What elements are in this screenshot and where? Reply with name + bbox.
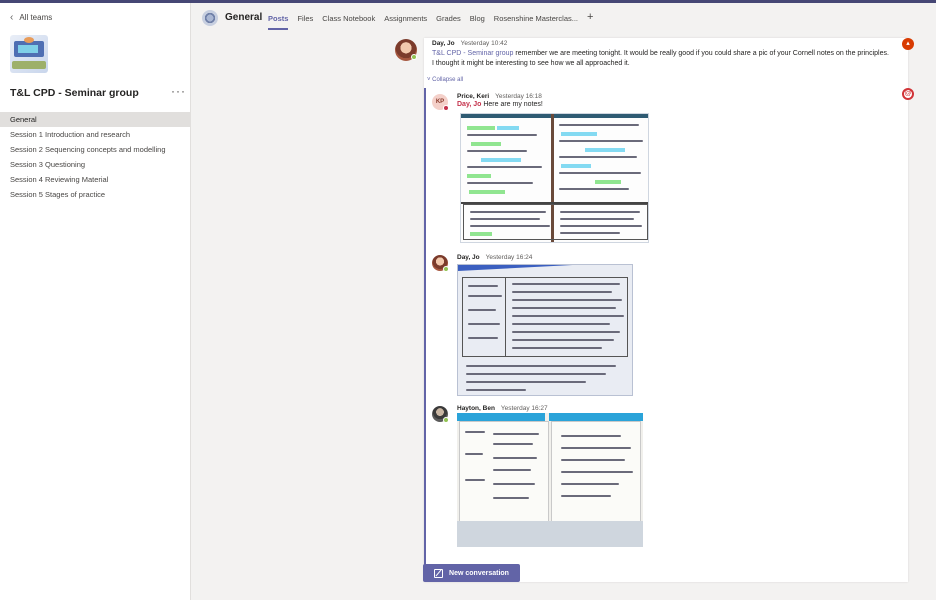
reply-meta: Price, Keri Yesterday 16:18: [457, 93, 542, 100]
reply-author: Hayton, Ben: [457, 405, 495, 412]
tab-posts[interactable]: Posts: [268, 14, 289, 30]
post-meta: Day, Jo Yesterday 10:42: [432, 40, 507, 47]
tab-grades[interactable]: Grades: [436, 14, 461, 23]
all-teams-label: All teams: [19, 13, 53, 22]
cornell-notes-image-3[interactable]: [457, 413, 643, 547]
presence-busy-icon: [443, 105, 449, 111]
new-conversation-label: New conversation: [449, 569, 509, 577]
tab-files[interactable]: Files: [297, 14, 313, 23]
cornell-notes-image-2[interactable]: [457, 264, 633, 396]
channel-session-3[interactable]: Session 3 Questioning: [0, 157, 190, 172]
post-author: Day, Jo: [432, 40, 455, 47]
reply-time: Yesterday 16:24: [485, 254, 533, 261]
presence-available-icon: [443, 266, 449, 272]
tab-assignments[interactable]: Assignments: [384, 14, 427, 23]
channel-session-1[interactable]: Session 1 Introduction and research: [0, 127, 190, 142]
post-body: T&L CPD - Seminar group remember we are …: [432, 49, 892, 69]
cornell-notes-image-1[interactable]: [460, 113, 649, 243]
reply-time: Yesterday 16:27: [500, 405, 548, 412]
collapse-all-label: Collapse all: [432, 77, 464, 83]
channel-list: General Session 1 Introduction and resea…: [0, 112, 190, 202]
reply-meta: Hayton, Ben Yesterday 16:27: [457, 405, 548, 412]
mention-alert-icon[interactable]: @: [902, 88, 914, 100]
reply-author: Day, Jo: [457, 254, 480, 261]
new-conversation-button[interactable]: New conversation: [423, 564, 520, 582]
post-time: Yesterday 10:42: [460, 40, 508, 47]
team-name: T&L CPD - Seminar group: [10, 87, 139, 99]
channel-session-4[interactable]: Session 4 Reviewing Material: [0, 172, 190, 187]
reaction-icon[interactable]: ▴: [902, 38, 914, 50]
presence-available-icon: [411, 54, 417, 60]
collapse-all-link[interactable]: ˅ Collapse all: [427, 77, 463, 83]
presence-available-icon: [443, 417, 449, 423]
reply-author: Price, Keri: [457, 93, 490, 100]
channel-avatar-icon: [202, 10, 218, 26]
tab-class-notebook[interactable]: Class Notebook: [322, 14, 375, 23]
channel-tabs: Posts Files Class Notebook Assignments G…: [268, 11, 593, 30]
channel-session-2[interactable]: Session 2 Sequencing concepts and modell…: [0, 142, 190, 157]
team-sidebar: ‹ All teams T&L CPD - Seminar group ··· …: [0, 3, 191, 600]
tab-blog[interactable]: Blog: [470, 14, 485, 23]
channel-general[interactable]: General: [0, 112, 190, 127]
chevron-left-icon: ‹: [10, 12, 14, 23]
reply-time: Yesterday 16:18: [495, 93, 542, 100]
tab-rosenshine-masterclass[interactable]: Rosenshine Masterclas...: [494, 14, 578, 23]
team-logo: [10, 35, 48, 73]
reply-text: Here are my notes!: [481, 101, 543, 108]
channel-title: General: [225, 12, 263, 23]
conversation-feed: Day, Jo Yesterday 10:42 T&L CPD - Seminar…: [191, 34, 936, 600]
reply-meta: Day, Jo Yesterday 16:24: [457, 254, 532, 261]
all-teams-link[interactable]: ‹ All teams: [10, 12, 52, 23]
team-mention[interactable]: T&L CPD - Seminar group: [432, 50, 513, 57]
reply-body: Day, Jo Here are my notes!: [457, 100, 543, 110]
compose-icon: [434, 568, 444, 578]
channel-session-5[interactable]: Session 5 Stages of practice: [0, 187, 190, 202]
more-options-icon[interactable]: ···: [171, 84, 186, 98]
channel-header: General Posts Files Class Notebook Assig…: [191, 3, 936, 34]
user-mention[interactable]: Day, Jo: [457, 101, 481, 108]
add-tab-button[interactable]: +: [587, 11, 593, 23]
